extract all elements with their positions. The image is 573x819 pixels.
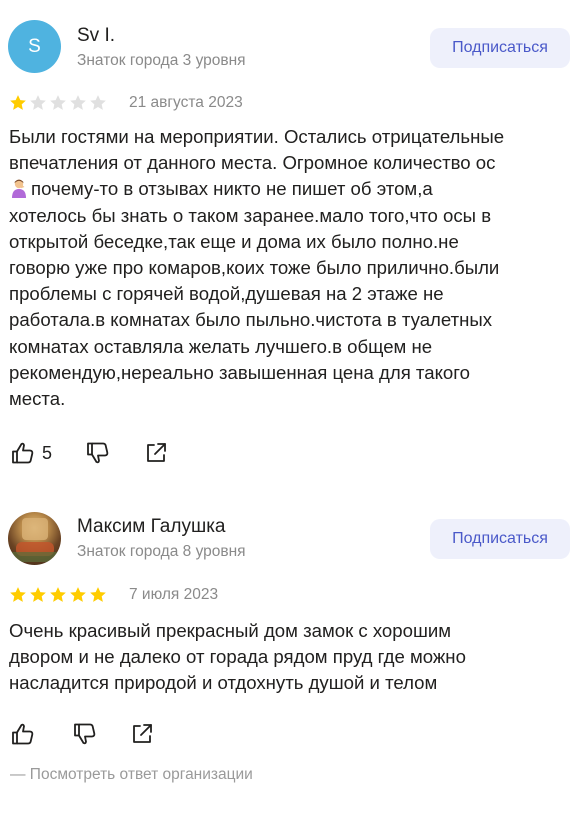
star-icon [50,587,66,602]
share-button[interactable] [129,721,155,747]
avatar-photo-detail [22,518,48,540]
star-icon [90,95,106,110]
review-text-line: места. [9,388,66,410]
like-count: 5 [42,442,53,463]
avatar-letter: S [28,35,41,57]
share-button[interactable] [143,440,169,466]
review-text-line: говорю уже про комаров,коих тоже было пр… [9,257,500,279]
thumbs-up-icon [12,723,34,745]
review-text-line: впечатления от данного места. Огромное к… [9,152,496,174]
rating-stars [9,586,107,604]
star-icon [70,95,86,110]
avatar-photo-detail [12,552,58,562]
thumbs-up-icon [12,442,34,464]
star-icon [70,587,86,602]
star-icon [50,95,66,110]
share-icon [133,724,152,743]
author-level: Знаток города 8 уровня [77,543,246,560]
star-icon [10,587,26,602]
share-icon [147,443,166,462]
star-icon [30,587,46,602]
person-facepalming-emoji-icon [12,180,26,199]
review-text-line: комнатах оставляла желать лучшего.в обще… [9,335,433,357]
review-text: Были гостями на мероприятии. Остались от… [9,124,565,412]
review-text-line: Очень красивый прекрасный дом замок с хо… [9,620,452,641]
dislike-button[interactable] [72,721,98,747]
review-text-line: насладится природой и отдохнуть душой и … [9,672,438,694]
thumbs-down-icon [74,723,96,745]
star-icon [90,587,106,602]
review-text-line: работала.в комнатах было пыльно.чистота … [9,309,493,331]
review-text-line: Были гостями на мероприятии. Остались от… [9,126,505,147]
like-button[interactable]: 5 [10,440,52,466]
subscribe-button[interactable]: Подписаться [430,28,570,68]
avatar[interactable]: S [8,20,61,73]
review-text-line: двором и не далеко от горада рядом пруд … [9,646,466,668]
review-date: 21 августа 2023 [129,94,243,111]
author-name[interactable]: Sv I. [77,25,115,47]
star-icon [10,95,26,110]
view-organization-reply-link[interactable]: — Посмотреть ответ организации [10,766,253,784]
review-text-line: рекомендую,нереально завышенная цена для… [9,361,470,383]
dislike-button[interactable] [85,440,111,466]
review-text-line: проблемы с горячей водой,душевая на 2 эт… [9,283,444,305]
review-text-line-rest: почему-то в отзывах никто не пишет об эт… [31,178,433,200]
like-button[interactable] [10,721,36,747]
review-text-line: хотелось бы знать о таком заранее.мало т… [9,204,492,226]
author-name[interactable]: Максим Галушка [77,516,226,538]
rating-stars [9,94,107,112]
review-text-line: открытой беседке,так еще и дома их было … [9,230,459,252]
thumbs-down-icon [87,442,109,464]
avatar[interactable] [8,512,61,565]
review-date: 7 июля 2023 [129,586,219,603]
review-text: Очень красивый прекрасный дом замок с хо… [9,618,565,697]
star-icon [30,95,46,110]
review-text-line: почему-то в отзывах никто не пишет об эт… [9,176,565,202]
subscribe-button[interactable]: Подписаться [430,519,570,559]
author-level: Знаток города 3 уровня [77,52,246,69]
